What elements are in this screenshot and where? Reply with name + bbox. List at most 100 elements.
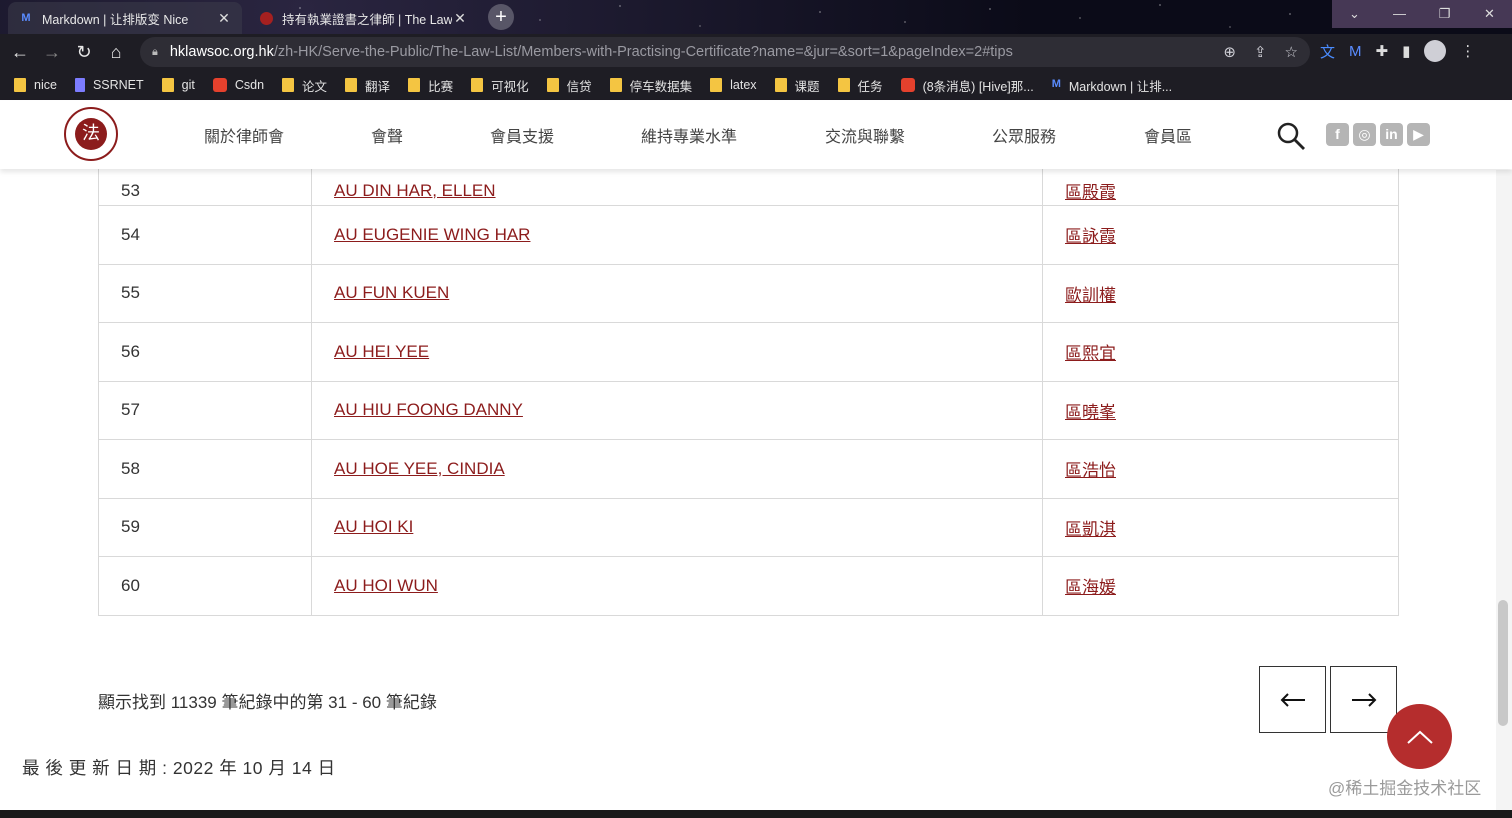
- back-icon[interactable]: ←: [4, 36, 36, 68]
- nav-standards[interactable]: 維持專業水準: [641, 123, 737, 147]
- folder-icon: [546, 78, 559, 92]
- site-header: 法 關於律師會 會聲 會員支援 維持專業水準 交流與聯繫 公眾服務 會員區 f …: [0, 101, 1512, 169]
- nav-communication[interactable]: 交流與聯繫: [825, 123, 905, 147]
- minimize-window-icon[interactable]: —: [1377, 0, 1422, 28]
- profile-avatar[interactable]: [1424, 40, 1447, 62]
- youtube-icon[interactable]: ▶: [1407, 123, 1430, 146]
- bookmark-label: Markdown | 让排...: [1068, 79, 1173, 94]
- folder-icon: [837, 78, 850, 92]
- next-page-button[interactable]: [1330, 666, 1397, 733]
- chinese-name-link[interactable]: 區海媛: [1065, 578, 1116, 597]
- search-icon[interactable]: [1276, 121, 1306, 151]
- tab-law-list[interactable]: 持有執業證書之律師 | The Law ✕: [248, 2, 478, 34]
- bookmark-label: (8条消息) [Hive]那...: [922, 79, 1034, 94]
- close-tab-icon[interactable]: ✕: [452, 10, 468, 27]
- address-bar[interactable]: 🔒︎ hklawsoc.org.hk/zh-HK/Serve-the-Publi…: [140, 37, 1310, 67]
- os-taskbar: [0, 810, 1512, 818]
- address-bar-actions: ⊕ ⇪ ☆: [1223, 43, 1298, 61]
- row-number: 59: [98, 497, 312, 557]
- tab-label: Markdown | 让排版变 Nice: [42, 12, 189, 27]
- social-links: f ◎ in ▶: [1326, 123, 1430, 146]
- nav-public-services[interactable]: 公眾服務: [992, 123, 1056, 147]
- new-tab-button[interactable]: +: [488, 4, 514, 30]
- english-name-link[interactable]: AU FUN KUEN: [334, 283, 449, 302]
- linkedin-icon[interactable]: in: [1380, 123, 1403, 146]
- facebook-icon[interactable]: f: [1326, 123, 1349, 146]
- minimize-icon[interactable]: ⌄: [1332, 0, 1377, 28]
- bookmark-item[interactable]: 比赛: [408, 76, 453, 95]
- bookmark-item[interactable]: 课题: [774, 76, 820, 95]
- chinese-name-link[interactable]: 區曉峯: [1065, 403, 1116, 422]
- english-name-cell: AU HOE YEE, CINDIA: [311, 439, 1043, 499]
- bookmark-item[interactable]: 翻译: [345, 76, 390, 95]
- bookmark-item[interactable]: 信贷: [546, 76, 592, 95]
- share-icon[interactable]: ⇪: [1254, 43, 1267, 61]
- english-name-link[interactable]: AU HOE YEE, CINDIA: [334, 459, 505, 478]
- back-to-top-button[interactable]: [1387, 704, 1452, 769]
- bookmark-item[interactable]: SSRNET: [74, 78, 144, 92]
- english-name-link[interactable]: AU HIU FOONG DANNY: [334, 400, 523, 419]
- bookmark-item[interactable]: 停车数据集: [609, 76, 692, 95]
- prev-page-button[interactable]: [1259, 666, 1326, 733]
- tab-markdown[interactable]: M Markdown | 让排版变 Nice ✕: [8, 2, 242, 34]
- reload-icon[interactable]: ↻: [68, 36, 100, 68]
- menu-kebab-icon[interactable]: ⋮: [1460, 42, 1475, 60]
- chinese-name-link[interactable]: 區殿霞: [1065, 183, 1116, 202]
- english-name-cell: AU EUGENIE WING HAR: [311, 205, 1043, 265]
- chinese-name-cell: 區凱淇: [1042, 497, 1399, 557]
- law-society-logo[interactable]: 法: [64, 107, 118, 161]
- ssrn-icon: [74, 78, 85, 92]
- folder-icon: [710, 78, 723, 92]
- bookmark-item[interactable]: 任务: [837, 76, 883, 95]
- chinese-name-link[interactable]: 區浩怡: [1065, 461, 1116, 480]
- english-name-link[interactable]: AU HOI WUN: [334, 576, 438, 595]
- english-name-link[interactable]: AU HEI YEE: [334, 342, 429, 361]
- close-window-icon[interactable]: ✕: [1467, 0, 1512, 28]
- markdown-extension-icon[interactable]: M: [1349, 43, 1362, 60]
- bookmark-label: 信贷: [566, 79, 592, 94]
- chinese-name-link[interactable]: 區凱淇: [1065, 520, 1116, 539]
- nav-voice[interactable]: 會聲: [371, 123, 403, 147]
- bookmark-item[interactable]: git: [161, 78, 195, 92]
- row-number: 54: [98, 205, 312, 265]
- nav-member-support[interactable]: 會員支援: [490, 123, 554, 147]
- lock-icon: 🔒︎: [152, 45, 158, 58]
- bookmark-star-icon[interactable]: ☆: [1285, 43, 1298, 61]
- english-name-link[interactable]: AU EUGENIE WING HAR: [334, 225, 530, 244]
- last-updated-date: 最 後 更 新 日 期 : 2022 年 10 月 14 日: [22, 758, 336, 778]
- english-name-link[interactable]: AU DIN HAR, ELLEN: [334, 181, 496, 200]
- row-number: 55: [98, 263, 312, 323]
- translate-extension-icon[interactable]: 文: [1320, 41, 1335, 62]
- bookmark-item[interactable]: latex: [710, 78, 757, 92]
- bookmark-item[interactable]: 论文: [282, 76, 327, 95]
- extensions-area: 文 M ✚ ▮ ⋮: [1320, 40, 1475, 62]
- english-name-link[interactable]: AU HOI KI: [334, 517, 413, 536]
- browser-toolbar: ← → ↻ ⌂ 🔒︎ hklawsoc.org.hk/zh-HK/Serve-t…: [0, 34, 1512, 70]
- home-icon[interactable]: ⌂: [100, 36, 132, 68]
- forward-icon[interactable]: →: [36, 36, 68, 68]
- zoom-icon[interactable]: ⊕: [1223, 43, 1236, 61]
- folder-icon: [14, 78, 26, 92]
- bookmark-item[interactable]: M Markdown | 让排...: [1052, 76, 1172, 95]
- nav-members-area[interactable]: 會員區: [1144, 123, 1192, 147]
- bookmark-label: 比赛: [428, 79, 454, 94]
- nav-about[interactable]: 關於律師會: [204, 123, 284, 147]
- table-row: 58 AU HOE YEE, CINDIA 區浩怡: [98, 439, 1399, 499]
- chevron-up-icon: [1406, 730, 1433, 744]
- instagram-icon[interactable]: ◎: [1353, 123, 1376, 146]
- scrollbar-thumb[interactable]: [1498, 600, 1508, 726]
- sidepanel-icon[interactable]: ▮: [1402, 42, 1410, 60]
- bookmark-item[interactable]: nice: [14, 78, 57, 92]
- chinese-name-link[interactable]: 區詠霞: [1065, 227, 1116, 246]
- close-tab-icon[interactable]: ✕: [216, 10, 232, 27]
- table-row: 54 AU EUGENIE WING HAR 區詠霞: [98, 205, 1399, 265]
- restore-window-icon[interactable]: ❐: [1422, 0, 1467, 28]
- bookmark-item[interactable]: 可视化: [471, 76, 529, 95]
- bookmark-label: Csdn: [234, 78, 265, 92]
- chinese-name-link[interactable]: 歐訓權: [1065, 286, 1116, 305]
- bookmark-item[interactable]: Csdn: [212, 78, 265, 92]
- extensions-puzzle-icon[interactable]: ✚: [1376, 42, 1389, 60]
- bookmark-item[interactable]: (8条消息) [Hive]那...: [900, 76, 1034, 95]
- chinese-name-link[interactable]: 區熙宜: [1065, 344, 1116, 363]
- english-name-cell: AU HEI YEE: [311, 322, 1043, 382]
